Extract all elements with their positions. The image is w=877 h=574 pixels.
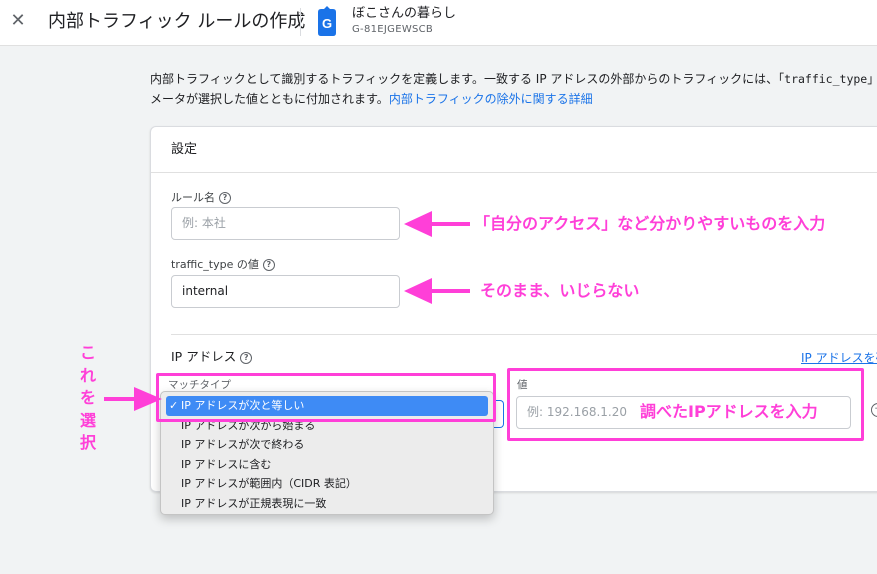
annotation-rule-name: 「自分のアクセス」など分かりやすいものを入力 (474, 214, 826, 233)
annotation-arrows (104, 211, 470, 411)
traffic-type-arrow-head-icon (404, 278, 432, 304)
annotation-select: これを選択 (79, 343, 96, 452)
rule-name-arrow-head-icon (404, 211, 432, 237)
annotation-ip-value: 調べたIPアドレスを入力 (640, 402, 818, 421)
annotation-box-match-type (156, 373, 496, 422)
annotation-traffic-type: そのまま、いじらない (480, 281, 640, 300)
